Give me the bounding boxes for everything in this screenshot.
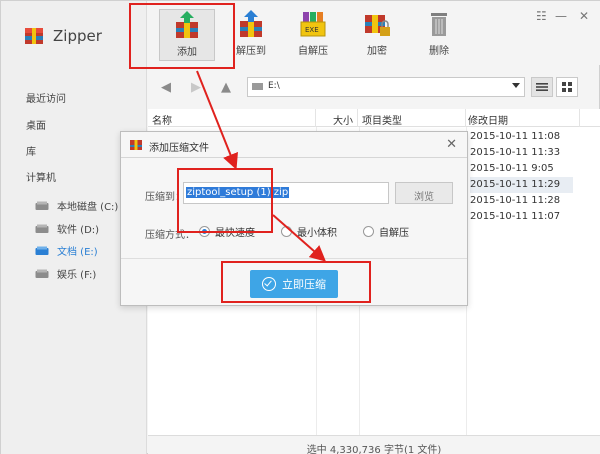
archive-icon [129,138,143,152]
annotation-box-compress [221,261,371,303]
self-extract-label: 自解压 [298,46,328,57]
table-row[interactable]: 2015-10-11 11:28 [470,193,570,209]
hard-drive-icon [35,224,49,234]
app-name: Zipper [53,27,102,45]
delete-button[interactable]: 删除 [411,9,467,61]
drive-e[interactable]: 文档 (E:) [35,243,98,258]
minimize-icon[interactable]: — [555,9,567,23]
zipper-window: Zipper 最近访问 桌面 库 计算机 本地磁盘 (C:) 软件 (D:) 文… [0,0,600,454]
lock-archive-icon [362,9,392,39]
drive-d[interactable]: 软件 (D:) [35,221,99,236]
sidebar-item-library[interactable]: 库 [26,143,36,158]
encrypt-label: 加密 [367,46,387,57]
status-bar: 选中 4,330,736 字节(1 文件) [148,435,600,454]
radio-sfx[interactable]: 自解压 [363,224,409,239]
back-arrow-icon[interactable]: ◀ [161,80,171,95]
drive-small-icon [252,83,263,90]
drive-label: 文档 (E:) [57,247,98,258]
annotation-box-add [129,3,235,69]
column-name[interactable]: 名称 [152,109,316,127]
hard-drive-icon [35,269,49,279]
extract-label: 解压到 [236,46,266,57]
table-row[interactable]: 2015-10-11 11:29 [470,177,573,193]
radio-dot[interactable] [281,226,292,237]
radio-dot[interactable] [363,226,374,237]
grid-view-button[interactable] [556,77,578,97]
close-icon[interactable]: ✕ [446,137,457,152]
radio-label: 自解压 [379,228,409,239]
forward-arrow-icon[interactable]: ▶ [191,80,201,95]
sidebar-item-computer[interactable]: 计算机 [26,169,56,184]
list-view-button[interactable] [531,77,553,97]
table-row[interactable]: 2015-10-11 9:05 [470,161,570,177]
address-row: ◀ ▶ ▲ E:\ [147,71,600,105]
app-logo: Zipper [23,25,102,47]
dialog-title: 添加压缩文件 [149,143,209,154]
self-extract-button[interactable]: EXE 自解压 [285,9,341,61]
drive-f[interactable]: 娱乐 (F:) [35,266,96,281]
address-path: E:\ [268,81,280,91]
sidebar-item-recent[interactable]: 最近访问 [26,90,66,105]
delete-label: 删除 [429,46,449,57]
archive-icon [23,25,45,47]
table-row[interactable]: 2015-10-11 11:08 [470,129,570,145]
hard-drive-icon [35,246,49,256]
drive-label: 软件 (D:) [57,225,100,236]
close-icon[interactable]: ✕ [579,9,589,23]
exe-archive-icon: EXE [298,9,328,39]
dialog-titlebar: 添加压缩文件 ✕ [121,132,467,158]
trash-icon [424,9,454,39]
column-type[interactable]: 项目类型 [362,109,466,127]
encrypt-button[interactable]: 加密 [349,9,405,61]
drive-c[interactable]: 本地磁盘 (C:) [35,198,118,213]
column-modified[interactable]: 修改日期 [468,109,580,127]
menu-icon[interactable]: ☷ [536,9,547,23]
radio-smallest[interactable]: 最小体积 [281,224,337,239]
extract-icon [236,9,266,39]
annotation-box-path [177,168,273,233]
table-row[interactable]: 2015-10-11 11:07 [470,209,570,225]
address-bar[interactable]: E:\ [247,77,525,97]
chevron-down-icon[interactable] [512,83,520,88]
table-row[interactable]: 2015-10-11 11:33 [470,145,570,161]
exe-badge: EXE [305,26,319,34]
column-size[interactable]: 大小 [316,109,358,127]
drive-label: 娱乐 (F:) [57,270,97,281]
drive-label: 本地磁盘 (C:) [57,202,119,213]
hard-drive-icon [35,201,49,211]
radio-label: 最小体积 [297,228,337,239]
browse-button[interactable]: 浏览 [395,182,453,204]
sidebar-item-desktop[interactable]: 桌面 [26,117,46,132]
up-arrow-icon[interactable]: ▲ [221,80,231,95]
dialog-divider [121,258,467,259]
